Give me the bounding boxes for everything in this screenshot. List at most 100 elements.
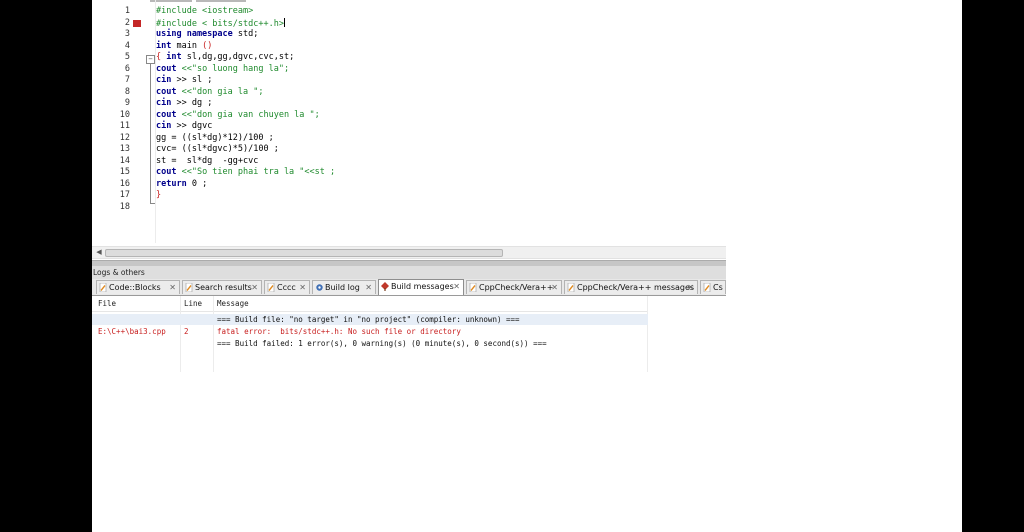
line-number[interactable]: 17 [92, 190, 130, 202]
tab-close-icon[interactable]: ✕ [169, 281, 176, 294]
tab-close-icon[interactable]: ✕ [551, 281, 558, 294]
line-number[interactable]: 12 [92, 133, 130, 145]
tab-cppcheck-vera[interactable]: CppCheck/Vera++ ✕ [466, 280, 562, 294]
pencil-icon [99, 282, 107, 293]
tab-cs[interactable]: Cs [700, 280, 726, 294]
tab-code-blocks[interactable]: Code::Blocks ✕ [96, 280, 180, 294]
line-number[interactable]: 9 [92, 98, 130, 110]
build-messages-list[interactable]: File Line Message === Build file: "no ta… [92, 296, 726, 532]
code-line[interactable]: #include < bits/stdc++.h> [156, 17, 285, 30]
code-token: () [202, 40, 213, 51]
code-token: cvc= ((sl*dgvc)*5)/100 ; [156, 144, 279, 154]
message-line: 2 [184, 327, 189, 336]
line-number[interactable]: 3 [92, 29, 130, 41]
code-token: cin [156, 98, 177, 108]
line-number[interactable]: 18 [92, 202, 130, 214]
line-number[interactable]: 16 [92, 179, 130, 191]
code-line[interactable]: cout <<"don gia la "; [156, 87, 263, 99]
code-line[interactable]: cout <<"So tien phai tra la "<<st ; [156, 167, 335, 179]
code-token: int [156, 40, 172, 51]
tab-label: Code::Blocks [109, 283, 161, 292]
breakpoint-marker-icon[interactable] [133, 19, 141, 27]
scrollbar-thumb[interactable] [105, 249, 503, 257]
code-token: int [161, 52, 182, 62]
code-token: cout [156, 86, 182, 97]
line-number[interactable]: 8 [92, 87, 130, 99]
code-line[interactable]: cin >> dgvc [156, 121, 212, 133]
line-number[interactable]: 13 [92, 144, 130, 156]
tab-close-icon[interactable]: ✕ [299, 281, 306, 294]
code-line[interactable]: return 0 ; [156, 179, 207, 191]
column-header-file[interactable]: File [98, 296, 116, 311]
column-header-message[interactable]: Message [217, 296, 249, 311]
column-header-line[interactable]: Line [184, 296, 202, 311]
code-token: sl,dg,gg,dgvc,cvc,st; [181, 52, 295, 62]
pencil-icon [185, 282, 193, 293]
logs-tab-bar: Code::Blocks ✕ Search results ✕ Cccc ✕ Build l… [92, 279, 726, 296]
tab-close-icon[interactable]: ✕ [251, 281, 258, 294]
code-token: >> dgvc [176, 121, 213, 131]
code-token: <<"don gia la "; [181, 86, 264, 97]
pencil-icon [703, 282, 711, 293]
line-number[interactable]: 15 [92, 167, 130, 179]
code-line[interactable]: { int sl,dg,gg,dgvc,cvc,st; [156, 52, 294, 64]
line-number[interactable]: 14 [92, 156, 130, 168]
code-token: >> sl ; [176, 75, 213, 85]
tab-close-icon[interactable]: ✕ [453, 280, 460, 293]
code-token: cin [156, 121, 177, 131]
pencil-icon [267, 282, 275, 293]
horizontal-scrollbar[interactable]: ◀ [92, 246, 726, 259]
code-token: cin [156, 75, 177, 85]
line-number[interactable]: 11 [92, 121, 130, 133]
code-line[interactable]: } [156, 190, 161, 202]
tab-build-log[interactable]: Build log ✕ [312, 280, 376, 294]
code-token: #include < bits/stdc++.h> [156, 18, 284, 29]
code-token: } [156, 190, 162, 200]
tab-cppcheck-vera-messages[interactable]: CppCheck/Vera++ messages ✕ [564, 280, 698, 294]
line-number[interactable]: 2 [92, 18, 130, 30]
scroll-left-arrow-icon[interactable]: ◀ [94, 247, 104, 258]
code-line[interactable]: using namespace std; [156, 29, 258, 41]
line-number[interactable]: 5 [92, 52, 130, 64]
text-cursor [283, 17, 285, 27]
tab-label: Build log [325, 283, 360, 292]
code-token: std; [232, 29, 259, 39]
fold-toggle-icon[interactable]: − [146, 55, 155, 64]
tab-close-icon[interactable]: ✕ [365, 281, 372, 294]
line-number[interactable]: 1 [92, 6, 130, 18]
code-line[interactable]: cin >> sl ; [156, 75, 212, 87]
code-line[interactable]: #include <iostream> [156, 6, 253, 18]
tab-search-results[interactable]: Search results ✕ [182, 280, 262, 294]
message-row[interactable]: === Build failed: 1 error(s), 0 warning(… [92, 338, 648, 349]
tab-label: CppCheck/Vera++ messages [577, 283, 695, 292]
message-row[interactable]: === Build file: "no target" in "no proje… [92, 314, 648, 325]
tab-label: Build messages [391, 282, 454, 291]
message-row[interactable]: E:\C++\bai3.cpp 2 fatal error: bits/stdc++… [92, 326, 648, 337]
codeblocks-window: 1 2 3 4 5 6 7 8 9 10 11 12 13 14 15 16 17 18 − #include <… [92, 0, 962, 532]
code-line[interactable]: gg = ((sl*dg)*12)/100 ; [156, 133, 274, 145]
code-token: <<"don gia van chuyen la "; [181, 109, 320, 120]
code-area[interactable]: #include <iostream> #include < bits/stdc+… [156, 3, 716, 243]
tab-build-messages[interactable]: Build messages ✕ [378, 279, 464, 295]
code-line[interactable]: cvc= ((sl*dgvc)*5)/100 ; [156, 144, 279, 156]
line-number[interactable]: 4 [92, 41, 130, 53]
tab-close-icon[interactable]: ✕ [687, 281, 694, 294]
tab-label: Search results [195, 283, 252, 292]
message-text: === Build file: "no target" in "no proje… [217, 315, 520, 324]
code-line[interactable]: cout <<"don gia van chuyen la "; [156, 110, 320, 122]
tab-cccc[interactable]: Cccc ✕ [264, 280, 310, 294]
code-token: using namespace [156, 29, 233, 39]
code-editor[interactable]: 1 2 3 4 5 6 7 8 9 10 11 12 13 14 15 16 17 18 − #include <… [92, 0, 726, 260]
code-line[interactable]: cin >> dg ; [156, 98, 212, 110]
gear-icon [315, 283, 323, 292]
code-line[interactable]: cout <<"so luong hang la"; [156, 64, 289, 76]
tab-label: Cccc [277, 283, 296, 292]
code-line[interactable]: st = sl*dg -gg+cvc [156, 156, 258, 168]
line-number[interactable]: 7 [92, 75, 130, 87]
code-line[interactable]: int main () [156, 41, 212, 53]
line-number[interactable]: 6 [92, 64, 130, 76]
code-token: cout [156, 167, 182, 177]
tab-label: Cs [713, 283, 723, 292]
line-number[interactable]: 10 [92, 110, 130, 122]
code-token: return [156, 178, 187, 189]
